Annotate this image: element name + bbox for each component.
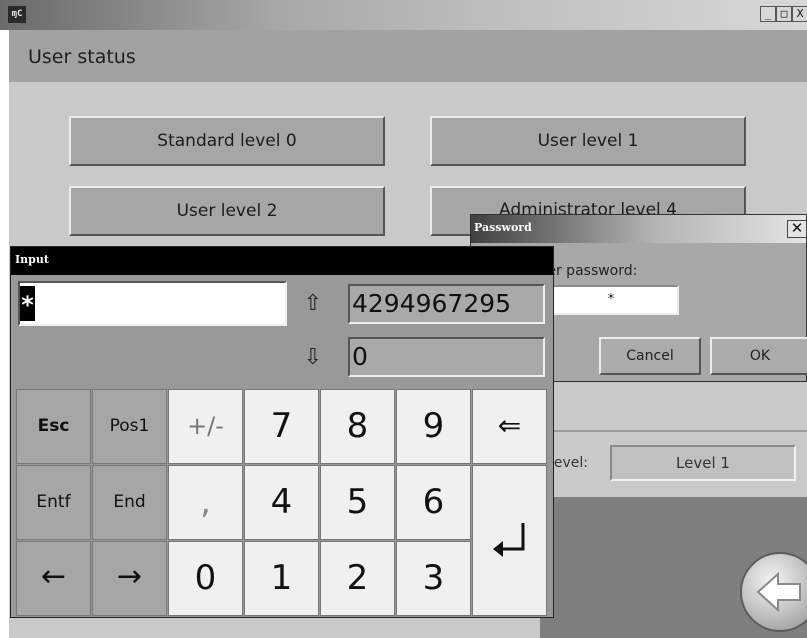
digit-6-key[interactable]: 6 xyxy=(396,465,471,540)
numeric-keypad: Esc Pos1 +/- 7 8 9 ⇐ Entf End , 4 5 6 ← … xyxy=(16,389,550,616)
keypad-input-field[interactable]: * xyxy=(18,281,287,326)
min-value-arrow-icon: ⇩ xyxy=(303,345,323,370)
back-arrow-icon xyxy=(756,571,801,613)
screen-title: User status xyxy=(28,46,136,68)
max-value-arrow-icon: ⇧ xyxy=(303,291,323,316)
input-window-titlebar[interactable]: Input xyxy=(11,247,553,275)
digit-1-key[interactable]: 1 xyxy=(244,541,319,616)
password-field[interactable]: * xyxy=(543,285,679,315)
cursor-right-key[interactable]: → xyxy=(92,541,167,616)
digit-9-key[interactable]: 9 xyxy=(396,389,471,464)
cancel-button[interactable]: Cancel xyxy=(599,337,701,375)
input-value: * xyxy=(20,286,35,321)
user-level-1-button[interactable]: User level 1 xyxy=(430,116,746,166)
plus-minus-key[interactable]: +/- xyxy=(168,389,243,464)
max-value-field: 4294967295 xyxy=(348,284,545,324)
digit-8-key[interactable]: 8 xyxy=(320,389,395,464)
pos1-key[interactable]: Pos1 xyxy=(92,389,167,464)
digit-2-key[interactable]: 2 xyxy=(320,541,395,616)
cursor-left-key[interactable]: ← xyxy=(16,541,91,616)
backspace-key[interactable]: ⇐ xyxy=(472,389,547,464)
digit-5-key[interactable]: 5 xyxy=(320,465,395,540)
current-level-panel: t level: Level 1 xyxy=(540,430,807,494)
min-value-field: 0 xyxy=(348,337,545,377)
enter-key[interactable] xyxy=(472,465,547,616)
digit-3-key[interactable]: 3 xyxy=(396,541,471,616)
app-logo-icon: ɱC xyxy=(8,6,26,23)
enter-arrow-icon xyxy=(493,523,525,557)
password-dialog-titlebar[interactable]: Password ✕ xyxy=(471,215,807,243)
entf-key[interactable]: Entf xyxy=(16,465,91,540)
user-level-2-button[interactable]: User level 2 xyxy=(69,186,385,236)
password-dialog-close-button[interactable]: ✕ xyxy=(787,220,807,238)
standard-level-0-button[interactable]: Standard level 0 xyxy=(69,116,385,166)
window-titlebar[interactable]: ɱC _ □ X xyxy=(0,0,807,30)
esc-key[interactable]: Esc xyxy=(16,389,91,464)
digit-4-key[interactable]: 4 xyxy=(244,465,319,540)
minimize-button[interactable]: _ xyxy=(760,6,776,22)
digit-7-key[interactable]: 7 xyxy=(244,389,319,464)
password-dialog-title: Password xyxy=(474,221,532,234)
ok-button[interactable]: OK xyxy=(710,337,807,375)
screen-header: User status xyxy=(9,30,807,82)
comma-key[interactable]: , xyxy=(168,465,243,540)
input-window-title: Input xyxy=(15,253,49,266)
current-level-value: Level 1 xyxy=(610,445,796,481)
close-window-button[interactable]: X xyxy=(792,6,807,22)
input-keypad-window: Input * ⇧ ⇩ 4294967295 0 Esc Pos1 +/- 7 … xyxy=(10,246,554,618)
digit-0-key[interactable]: 0 xyxy=(168,541,243,616)
end-key[interactable]: End xyxy=(92,465,167,540)
maximize-button[interactable]: □ xyxy=(776,6,792,22)
